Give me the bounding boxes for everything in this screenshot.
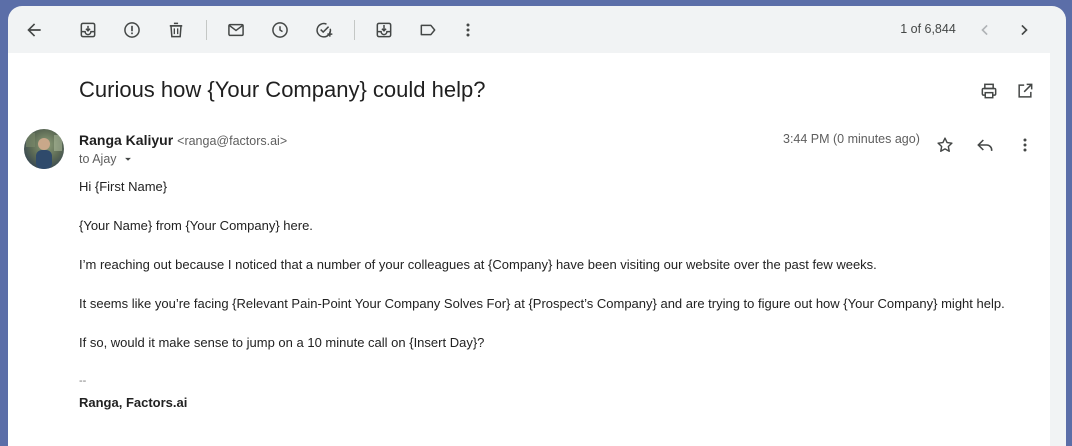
toolbar-divider <box>206 20 207 40</box>
star-icon[interactable] <box>929 129 961 161</box>
email-paragraph: If so, would it make sense to jump on a … <box>79 335 485 350</box>
back-arrow-icon[interactable] <box>18 14 50 46</box>
message-more-icon[interactable] <box>1009 129 1041 161</box>
reply-icon[interactable] <box>969 129 1001 161</box>
email-greeting: Hi {First Name} <box>79 179 168 194</box>
signature-separator: -- <box>79 375 87 387</box>
gmail-window: 1 of 6,844 Curious how {Your Company} co… <box>8 6 1066 446</box>
pagination-count: 1 of 6,844 <box>900 22 956 36</box>
email-paragraph: {Your Name} from {Your Company} here. <box>79 218 313 233</box>
email-paragraph: It seems like you’re facing {Relevant Pa… <box>79 296 1005 311</box>
email-subject: Curious how {Your Company} could help? <box>79 77 486 102</box>
sender-info: Ranga Kaliyur <ranga@factors.ai> <box>79 132 287 148</box>
sender-avatar[interactable] <box>24 129 64 169</box>
scrollbar-track[interactable] <box>1050 53 1066 446</box>
email-paragraph: I’m reaching out because I noticed that … <box>79 257 877 272</box>
move-to-icon[interactable] <box>368 14 400 46</box>
avatar-photo-icon <box>26 133 62 169</box>
message-toolbar: 1 of 6,844 <box>8 6 1066 53</box>
report-spam-icon[interactable] <box>116 14 148 46</box>
add-task-icon[interactable] <box>308 14 340 46</box>
chevron-left-icon[interactable] <box>969 14 1001 46</box>
recipients-toggle[interactable]: to Ajay <box>79 152 135 166</box>
message-time: 3:44 PM (0 minutes ago) <box>783 132 920 146</box>
chevron-right-icon[interactable] <box>1008 14 1040 46</box>
mark-unread-icon[interactable] <box>220 14 252 46</box>
open-in-new-window-icon[interactable] <box>1009 75 1041 107</box>
label-icon[interactable] <box>412 14 444 46</box>
archive-icon[interactable] <box>72 14 104 46</box>
delete-icon[interactable] <box>160 14 192 46</box>
snooze-icon[interactable] <box>264 14 296 46</box>
print-icon[interactable] <box>973 75 1005 107</box>
email-signature: Ranga, Factors.ai <box>79 395 188 410</box>
chevron-down-icon <box>124 157 131 161</box>
sender-email: <ranga@factors.ai> <box>177 134 288 148</box>
toolbar-divider <box>354 20 355 40</box>
sender-name[interactable]: Ranga Kaliyur <box>79 132 173 148</box>
more-vert-icon[interactable] <box>452 14 484 46</box>
recipient-label: to Ajay <box>79 152 117 166</box>
message-view: Curious how {Your Company} could help? R… <box>8 53 1050 446</box>
